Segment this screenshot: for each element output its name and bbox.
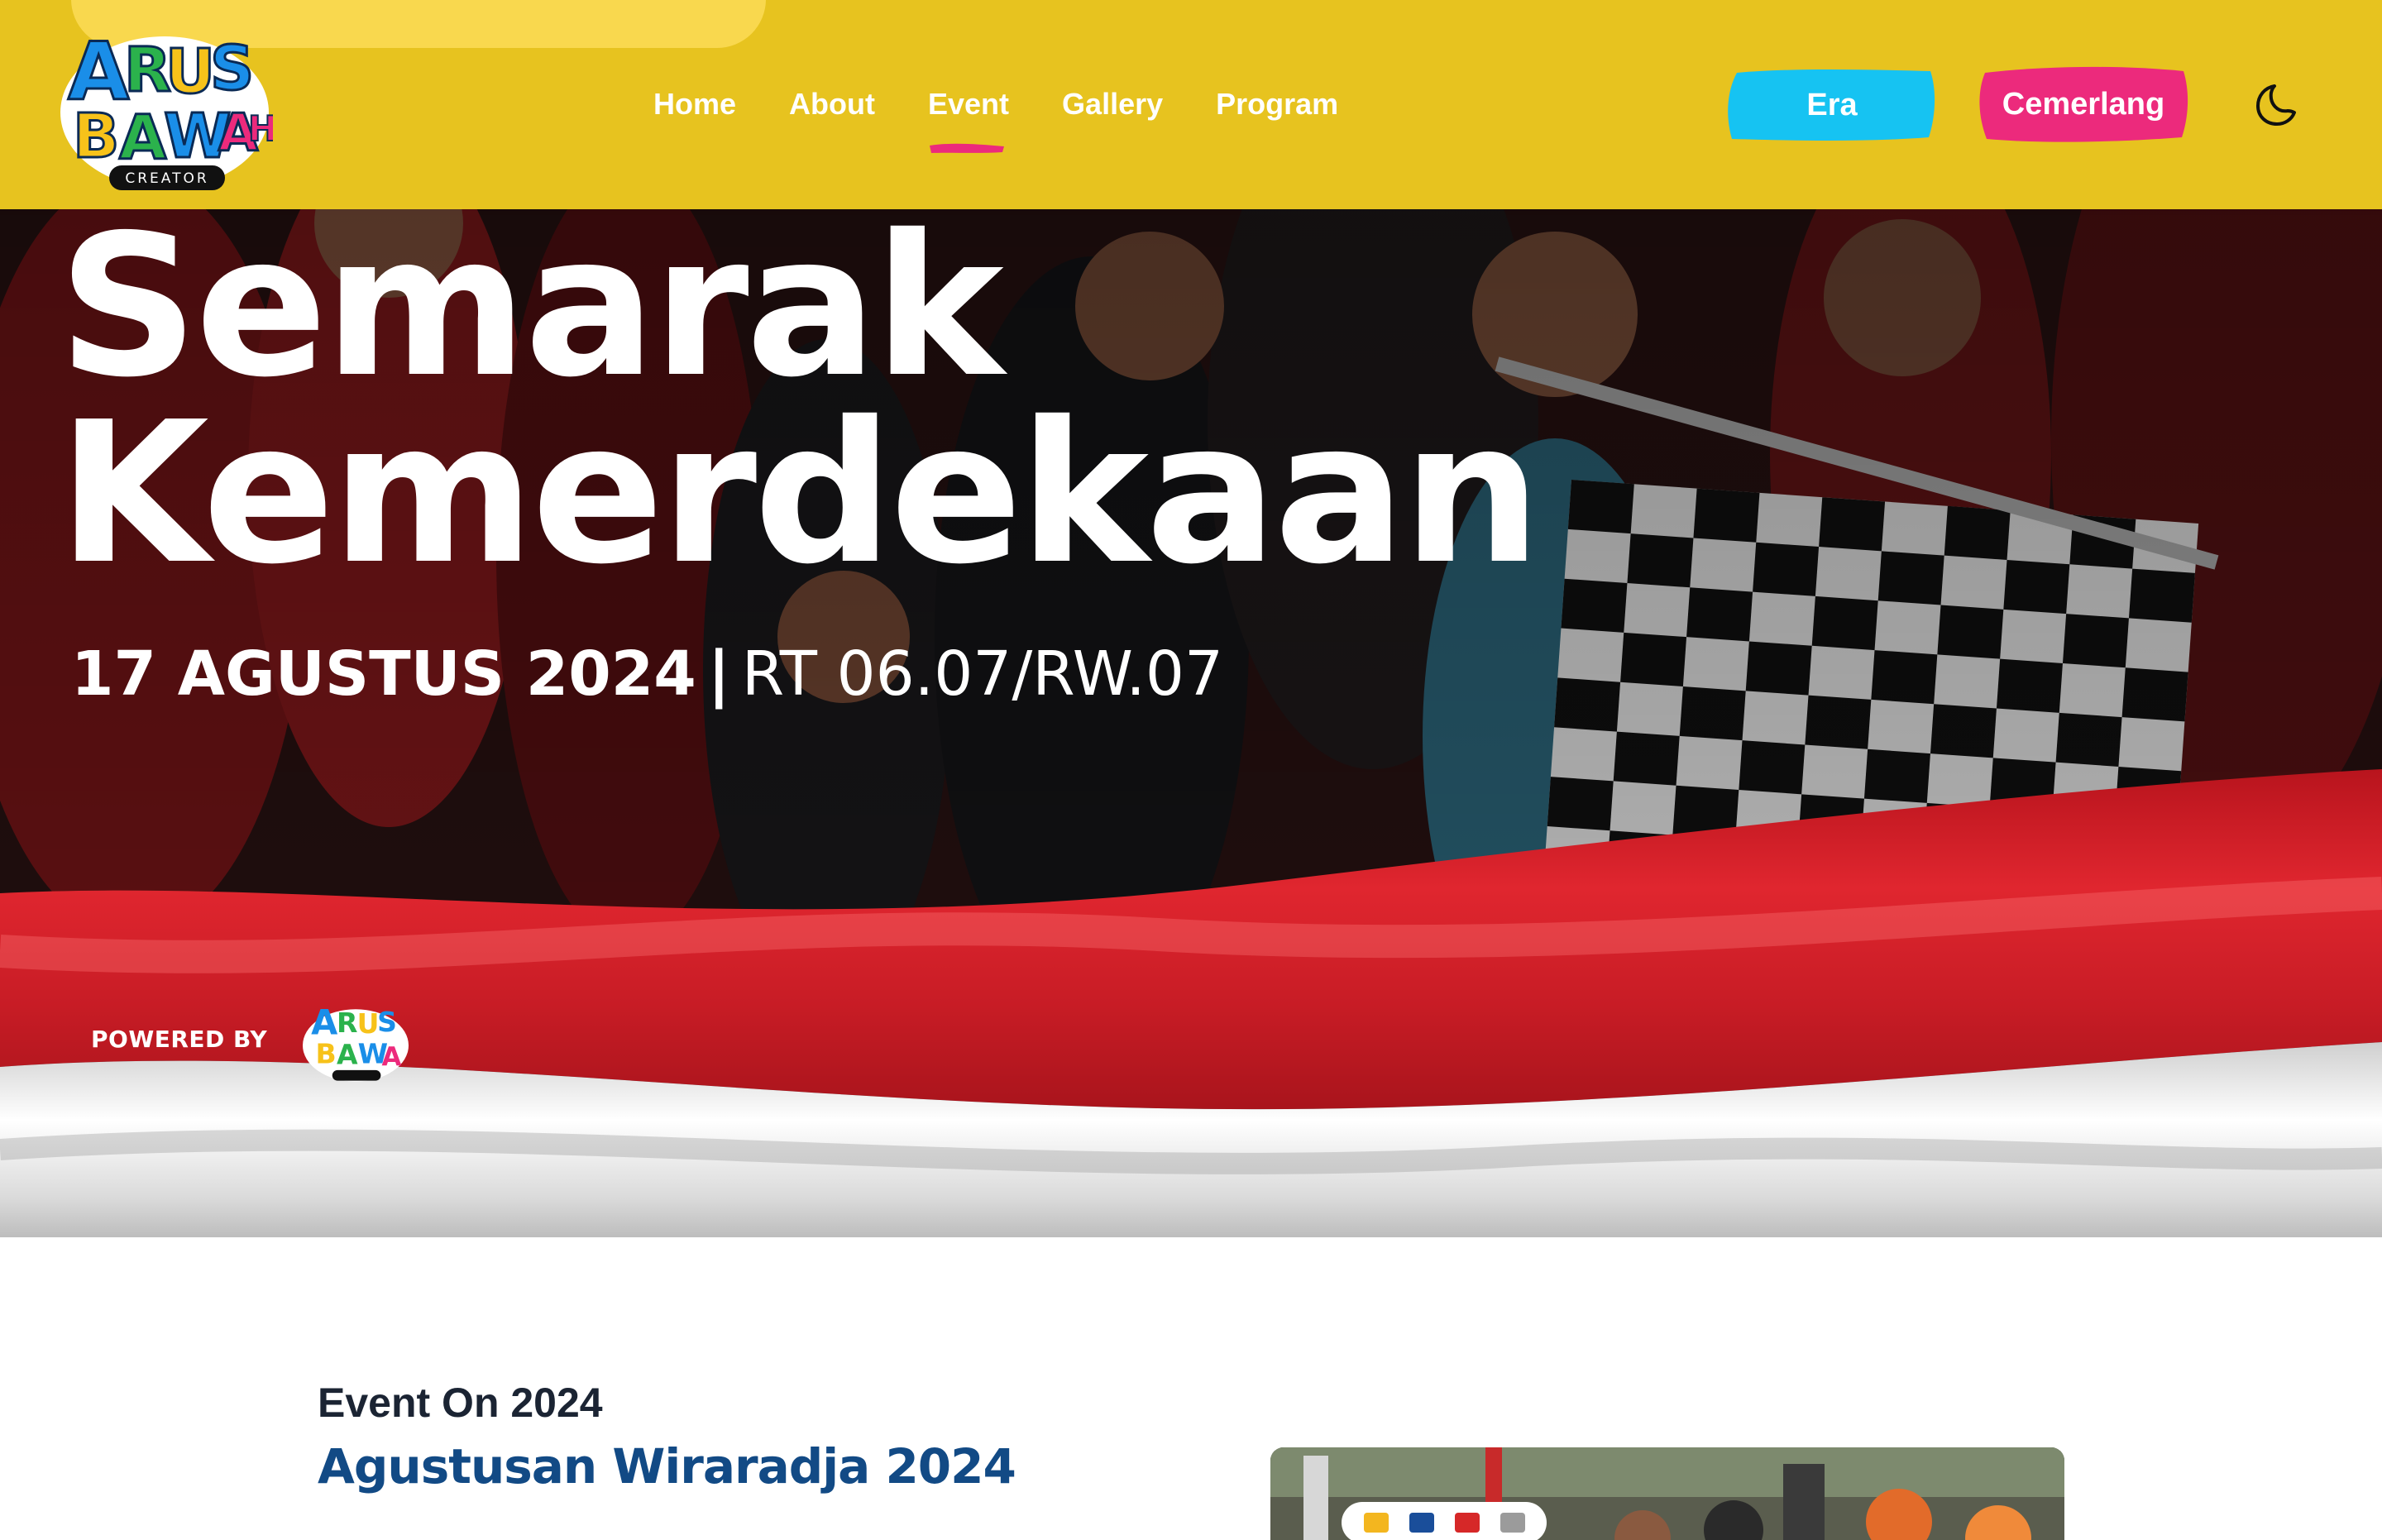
svg-text:A: A	[119, 103, 166, 174]
hero-title-line-1: Semarak	[58, 193, 1004, 420]
svg-text:R: R	[337, 1007, 357, 1039]
cemerlang-button[interactable]: Cemerlang	[1977, 65, 2190, 144]
nav-gallery[interactable]: Gallery	[1062, 79, 1163, 129]
svg-text:CREATOR: CREATOR	[125, 170, 208, 187]
sponsor-logo-1-icon	[1363, 1513, 1389, 1533]
powered-by: POWERED BY A R U S B A W A	[91, 992, 414, 1085]
nav-program-label: Program	[1216, 87, 1339, 121]
svg-text:A: A	[337, 1038, 358, 1070]
svg-text:B: B	[73, 101, 119, 172]
hero-title-line-2: Kemerdekaan	[58, 380, 1542, 607]
sponsor-logo-4-icon	[1500, 1513, 1525, 1533]
event-sponsor-banner	[1342, 1502, 1547, 1540]
svg-text:S: S	[210, 33, 254, 104]
nav-about[interactable]: About	[789, 79, 875, 129]
nav-program[interactable]: Program	[1216, 79, 1338, 129]
svg-text:A: A	[382, 1042, 402, 1072]
sponsor-logo-3-icon	[1454, 1513, 1480, 1533]
arus-bawah-small-logo-icon: A R U S B A W A	[303, 1002, 409, 1082]
cemerlang-button-label: Cemerlang	[2002, 86, 2165, 122]
nav-home-label: Home	[653, 87, 737, 121]
nav-home[interactable]: Home	[653, 79, 736, 129]
moon-icon[interactable]	[2251, 79, 2303, 131]
svg-text:B: B	[316, 1037, 337, 1069]
event-title: Agustusan Wiraradja 2024	[318, 1438, 1016, 1495]
main-nav: Home About Event Gallery Program	[653, 79, 1338, 153]
svg-text:A: A	[311, 1002, 337, 1043]
event-location: RT 06.07/RW.07	[741, 638, 1224, 710]
svg-text:H: H	[248, 108, 273, 149]
hero-subtitle: 17 AGUSTUS 2024 | RT 06.07/RW.07	[71, 638, 1223, 710]
subtitle-separator: |	[707, 638, 730, 710]
event-date: 17 AGUSTUS 2024	[71, 638, 696, 710]
hero-title: Semarak Kemerdekaan	[58, 193, 1542, 607]
event-pre-title: Event On 2024	[318, 1380, 603, 1426]
era-button-label: Era	[1806, 87, 1858, 122]
arus-bawah-logo-icon[interactable]: A R U S B A W A H CREATOR	[56, 18, 273, 192]
svg-text:R: R	[124, 35, 171, 106]
era-button[interactable]: Era	[1725, 66, 1939, 144]
site-header: A R U S B A W A H CREATOR Home About Eve…	[0, 0, 2382, 209]
nav-event[interactable]: Event	[928, 79, 1010, 153]
nav-event-label: Event	[928, 87, 1010, 121]
nav-gallery-label: Gallery	[1062, 87, 1164, 121]
svg-text:U: U	[165, 36, 215, 108]
sponsor-logo-2-icon	[1409, 1513, 1434, 1533]
powered-by-label: POWERED BY	[91, 1025, 268, 1053]
nav-about-label: About	[789, 87, 875, 121]
event-photo[interactable]	[1270, 1447, 2064, 1540]
svg-text:U: U	[357, 1007, 380, 1040]
svg-text:S: S	[377, 1006, 397, 1038]
active-nav-underline	[930, 143, 1004, 153]
